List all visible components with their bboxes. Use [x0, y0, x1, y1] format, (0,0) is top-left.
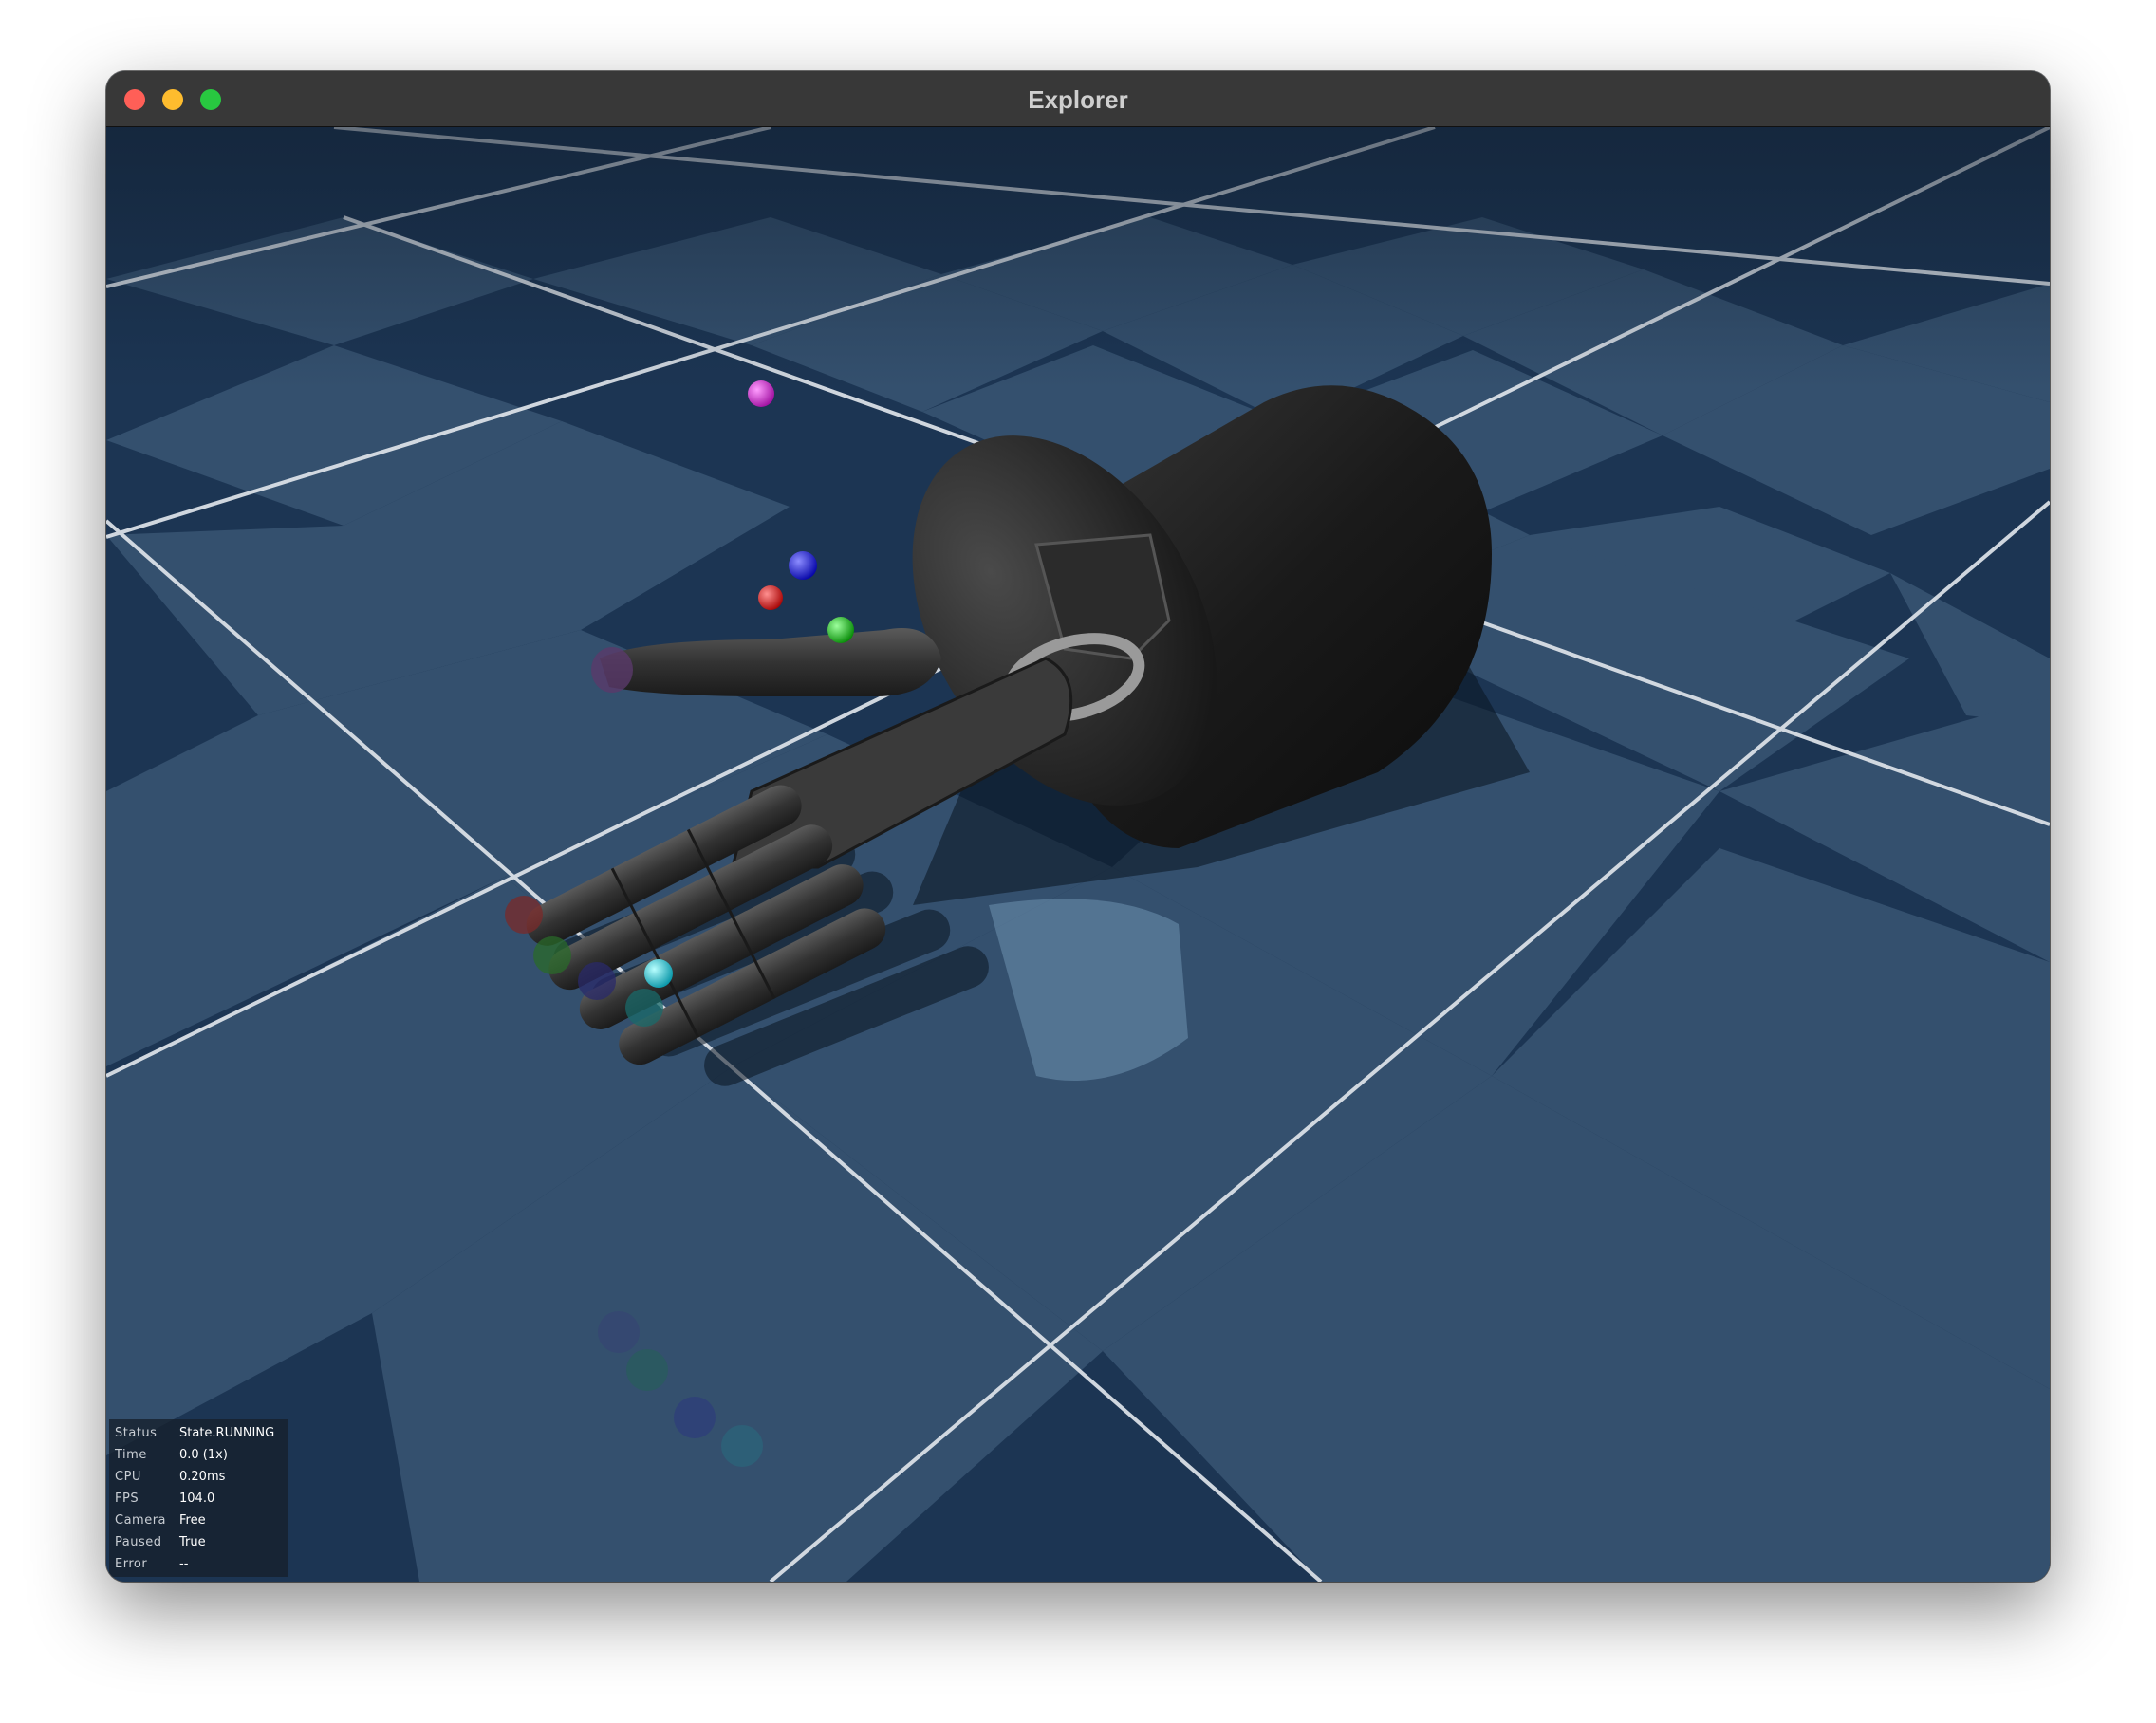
info-key: Error — [115, 1557, 148, 1571]
info-key: Paused — [115, 1535, 162, 1549]
info-row-status: Status State.RUNNING — [109, 1422, 288, 1444]
info-row-time: Time 0.0 (1x) — [109, 1444, 288, 1466]
info-value: 104.0 — [179, 1491, 215, 1506]
3d-viewport[interactable]: Status State.RUNNING Time 0.0 (1x) CPU 0… — [106, 127, 2050, 1582]
info-value: True — [179, 1535, 206, 1549]
magenta-marker — [748, 380, 774, 407]
info-panel: Status State.RUNNING Time 0.0 (1x) CPU 0… — [109, 1419, 288, 1577]
info-key: FPS — [115, 1491, 139, 1506]
info-value: State.RUNNING — [179, 1426, 275, 1440]
info-row-fps: FPS 104.0 — [109, 1488, 288, 1510]
cyan-marker — [644, 959, 673, 988]
info-value: 0.0 (1x) — [179, 1448, 228, 1462]
info-value: 0.20ms — [179, 1470, 226, 1484]
info-row-cpu: CPU 0.20ms — [109, 1466, 288, 1488]
info-value: -- — [179, 1557, 189, 1571]
title-bar[interactable]: Explorer — [106, 71, 2050, 127]
info-row-error: Error -- — [109, 1553, 288, 1575]
info-key: Time — [115, 1448, 147, 1462]
blue-marker — [789, 551, 817, 580]
info-key: Status — [115, 1426, 158, 1440]
info-row-camera: Camera Free — [109, 1510, 288, 1531]
red-marker — [758, 585, 783, 610]
info-value: Free — [179, 1513, 206, 1528]
app-window: Explorer Status State.RUNNING Time 0.0 (… — [106, 71, 2050, 1582]
green-marker — [827, 617, 854, 643]
info-key: Camera — [115, 1513, 167, 1528]
info-row-paused: Paused True — [109, 1531, 288, 1553]
window-title: Explorer — [1028, 85, 1128, 114]
info-key: CPU — [115, 1470, 141, 1484]
